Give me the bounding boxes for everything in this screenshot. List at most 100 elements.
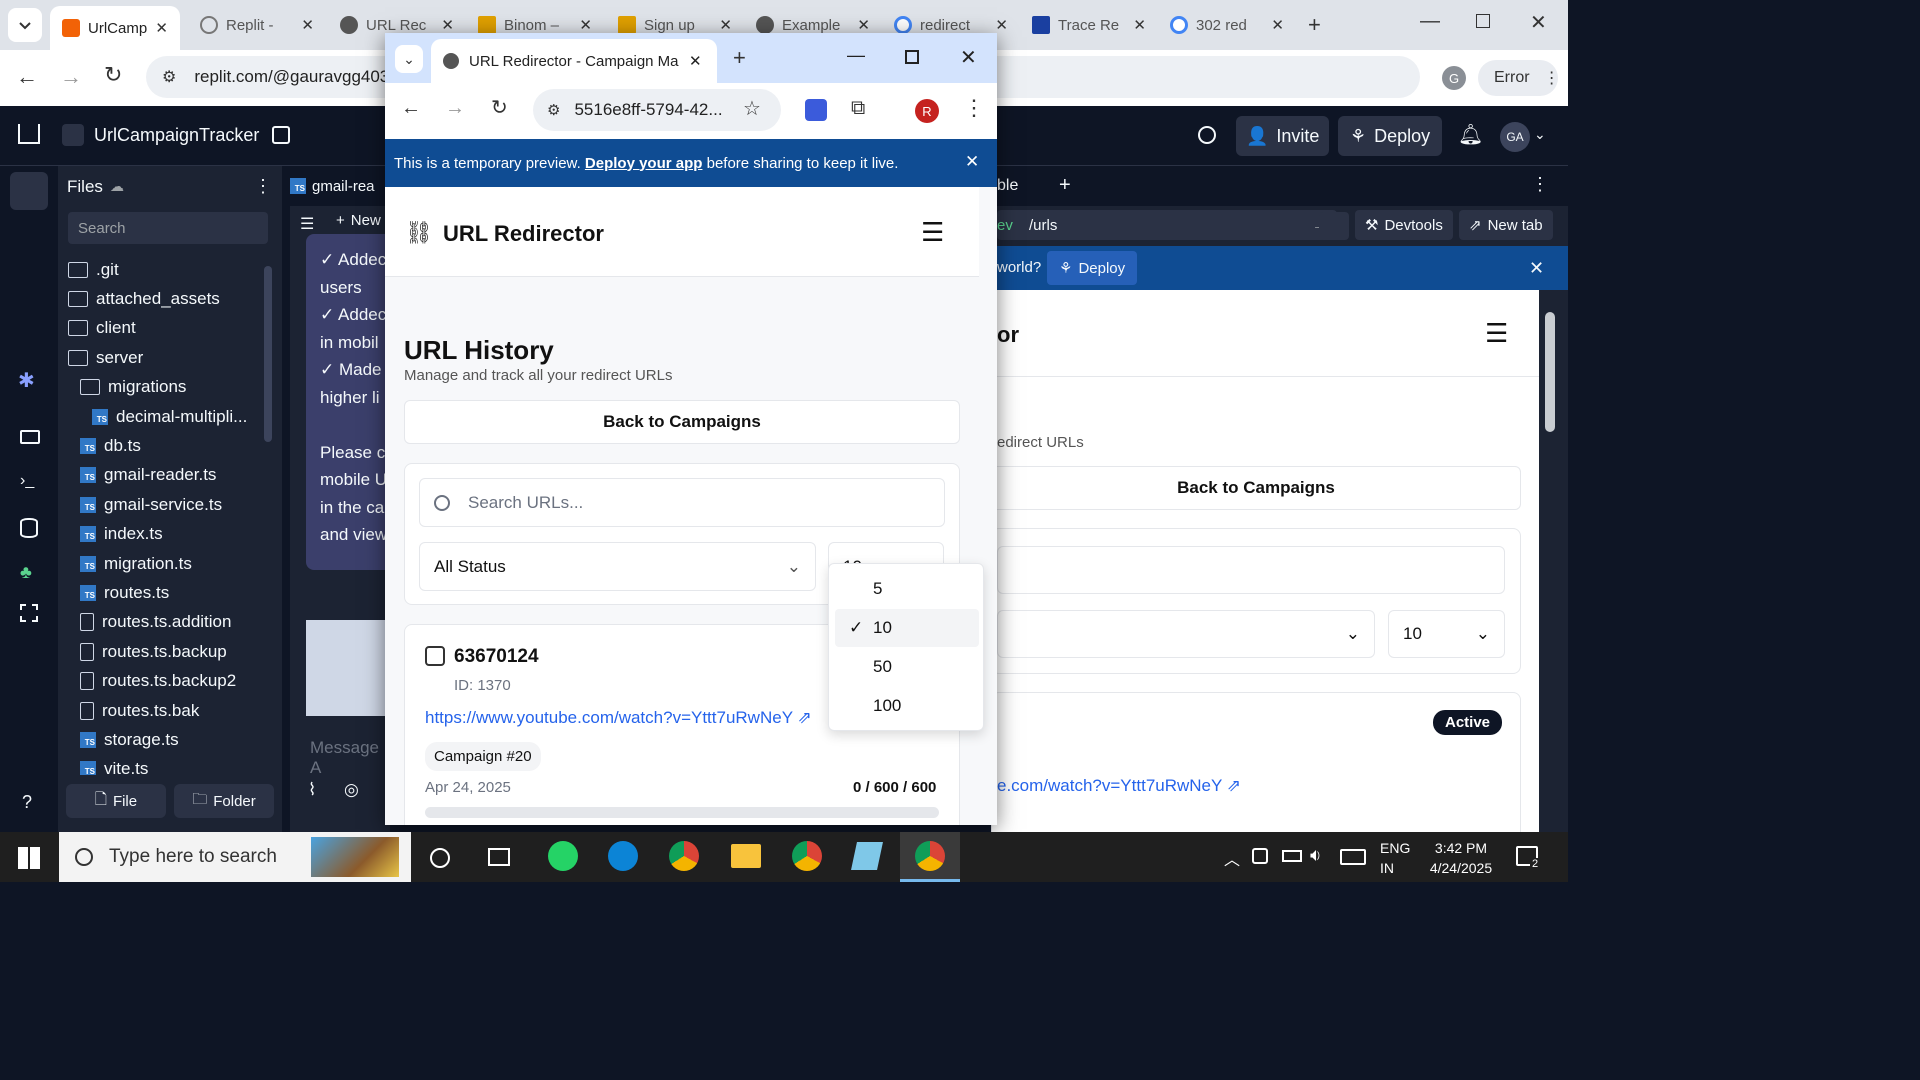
close-icon[interactable]: ✕ [995, 16, 1008, 34]
reload-icon[interactable]: ↻ [104, 62, 122, 88]
file-tree-item[interactable]: routes.ts.addition [80, 608, 231, 637]
preview-per-page-select[interactable]: 10 ⌄ [1388, 610, 1505, 658]
file-tree-item[interactable]: .git [68, 255, 119, 284]
file-tree-item[interactable]: migrations [80, 373, 186, 402]
database-icon[interactable] [20, 518, 38, 538]
project-name[interactable]: UrlCampaignTracker [62, 124, 259, 146]
close-icon[interactable]: ✕ [155, 19, 168, 37]
new-tab-button[interactable]: ⇗ New tab [1459, 210, 1553, 240]
windows-start-icon[interactable] [18, 847, 40, 869]
minimize-icon[interactable]: — [847, 45, 865, 66]
file-tree-item[interactable]: TS storage.ts [80, 725, 179, 754]
more-vertical-icon[interactable]: ⋮ [254, 176, 272, 197]
close-icon[interactable]: ✕ [1529, 258, 1544, 279]
tree-icon[interactable]: ♣ [20, 562, 32, 583]
devtools-button[interactable]: ⚒ Devtools [1355, 210, 1453, 240]
add-tab-icon[interactable]: + [1059, 174, 1071, 197]
file-tree-item[interactable]: routes.ts.backup2 [80, 667, 236, 696]
file-explorer-icon[interactable] [731, 844, 761, 868]
error-badge[interactable]: Error ⋮ [1478, 60, 1560, 96]
close-icon[interactable]: ✕ [301, 16, 314, 34]
reload-icon[interactable]: ↻ [491, 95, 508, 120]
file-tree-item[interactable]: TS index.ts [80, 520, 163, 549]
close-icon[interactable]: ✕ [719, 16, 732, 34]
tab-label[interactable]: ble [997, 177, 1018, 195]
battery-icon[interactable] [1282, 850, 1302, 862]
new-tab-icon[interactable]: + [1308, 12, 1321, 38]
app-icon[interactable] [851, 842, 883, 870]
files-panel-icon[interactable] [10, 172, 48, 210]
message-input[interactable]: Message A [310, 738, 390, 778]
tab-replit[interactable]: Replit - ✕ [188, 0, 326, 50]
list-icon[interactable]: ☰ [300, 214, 314, 234]
new-chat-button[interactable]: + New [336, 212, 381, 229]
screenshot-thumbnail[interactable] [306, 620, 390, 716]
file-tree-item[interactable]: TS gmail-service.ts [80, 490, 222, 519]
close-icon[interactable]: ✕ [689, 52, 702, 70]
clock[interactable]: 3:42 PM 4/24/2025 [1424, 838, 1498, 878]
volume-icon[interactable]: 🔉︎ [1310, 845, 1321, 866]
more-vertical-icon[interactable]: ⋮ [1531, 174, 1549, 195]
avatar[interactable]: GA [1500, 122, 1530, 152]
deploy-button[interactable]: ⚘ Deploy [1338, 116, 1443, 156]
preview-status-select[interactable]: ⌄ [997, 610, 1375, 658]
shell-icon[interactable]: ›_ [20, 472, 34, 490]
tab-urlcamp[interactable]: UrlCamp ✕ [50, 6, 180, 50]
taskbar-search-box[interactable]: Type here to search [59, 832, 411, 882]
preview-search-input[interactable] [997, 546, 1505, 594]
agent-icon[interactable]: ✱ [18, 368, 35, 393]
attach-icon[interactable]: ⌇ [308, 780, 316, 800]
deploy-small-button[interactable]: ⚘ Deploy [1047, 251, 1138, 285]
target-icon[interactable]: ◎ [344, 780, 359, 800]
popup-active-tab[interactable]: URL Redirector - Campaign Mar ✕ [431, 39, 717, 83]
invite-button[interactable]: 👤 Invite [1236, 116, 1330, 156]
keyboard-icon[interactable] [1340, 849, 1366, 865]
dropdown-option-10[interactable]: ✓ 10 [835, 609, 979, 647]
preview-back-button[interactable]: Back to Campaigns [991, 466, 1521, 510]
star-icon[interactable]: ☆ [743, 96, 761, 121]
close-icon[interactable]: ✕ [1133, 16, 1146, 34]
file-tree-item[interactable]: routes.ts.bak [80, 696, 199, 725]
bell-icon[interactable]: 🔔︎ [1458, 122, 1483, 147]
apps-icon[interactable] [20, 604, 38, 622]
tab-search-button[interactable]: ⌄ [395, 45, 423, 73]
chevron-down-icon[interactable]: ⌄ [1534, 126, 1546, 143]
tab-search-button[interactable] [8, 8, 42, 42]
file-tree-item[interactable]: TS decimal-multipli... [92, 402, 247, 431]
close-icon[interactable]: ✕ [857, 16, 870, 34]
file-tree-item[interactable]: TS migration.ts [80, 549, 192, 578]
file-tree-item[interactable]: attached_assets [68, 284, 220, 313]
tab-trace[interactable]: Trace Re ✕ [1020, 0, 1158, 50]
popup-user-avatar[interactable]: R [915, 99, 939, 123]
new-folder-button[interactable]: 🗀 Folder [174, 784, 274, 818]
minimize-icon[interactable]: — [1420, 10, 1440, 33]
timeline-icon[interactable] [488, 848, 510, 866]
preview-url-link[interactable]: e.com/watch?v=Yttt7uRwNeY ⇗ [997, 776, 1241, 796]
meet-icon[interactable] [1252, 848, 1268, 864]
tab-gmail-reader[interactable]: TS gmail-rea [290, 166, 375, 206]
file-tree-item[interactable]: TS routes.ts [80, 578, 169, 607]
dropdown-option-5[interactable]: 5 [835, 570, 979, 608]
search-icon[interactable] [1198, 126, 1216, 144]
chrome-profile-r-icon[interactable] [900, 832, 960, 882]
chrome-profile-g-icon[interactable] [792, 841, 822, 871]
task-view-icon[interactable] [430, 848, 450, 868]
back-icon[interactable]: ← [401, 97, 421, 120]
file-tree-item[interactable]: TS vite.ts [80, 755, 148, 775]
forward-icon[interactable]: → [60, 64, 82, 90]
user-avatar[interactable]: G [1442, 66, 1466, 90]
url-checkbox[interactable] [425, 646, 445, 666]
webview-address-bar[interactable]: ev /urls → [997, 210, 1337, 240]
close-icon[interactable]: ✕ [579, 16, 592, 34]
home-icon[interactable] [18, 124, 40, 144]
close-icon[interactable]: ✕ [1271, 16, 1284, 34]
file-tree-item[interactable]: routes.ts.backup [80, 637, 227, 666]
preview-icon[interactable] [20, 430, 40, 444]
close-window-icon[interactable]: ✕ [960, 45, 977, 70]
menu-icon[interactable]: ☰ [1485, 318, 1508, 349]
more-vertical-icon[interactable]: ⋮ [963, 95, 985, 121]
tab-302[interactable]: 302 red ✕ [1158, 0, 1296, 50]
new-file-button[interactable]: 🗋 File [66, 784, 166, 818]
webview-scrollbar[interactable] [1545, 312, 1555, 432]
language-indicator[interactable]: ENG IN [1380, 838, 1410, 878]
